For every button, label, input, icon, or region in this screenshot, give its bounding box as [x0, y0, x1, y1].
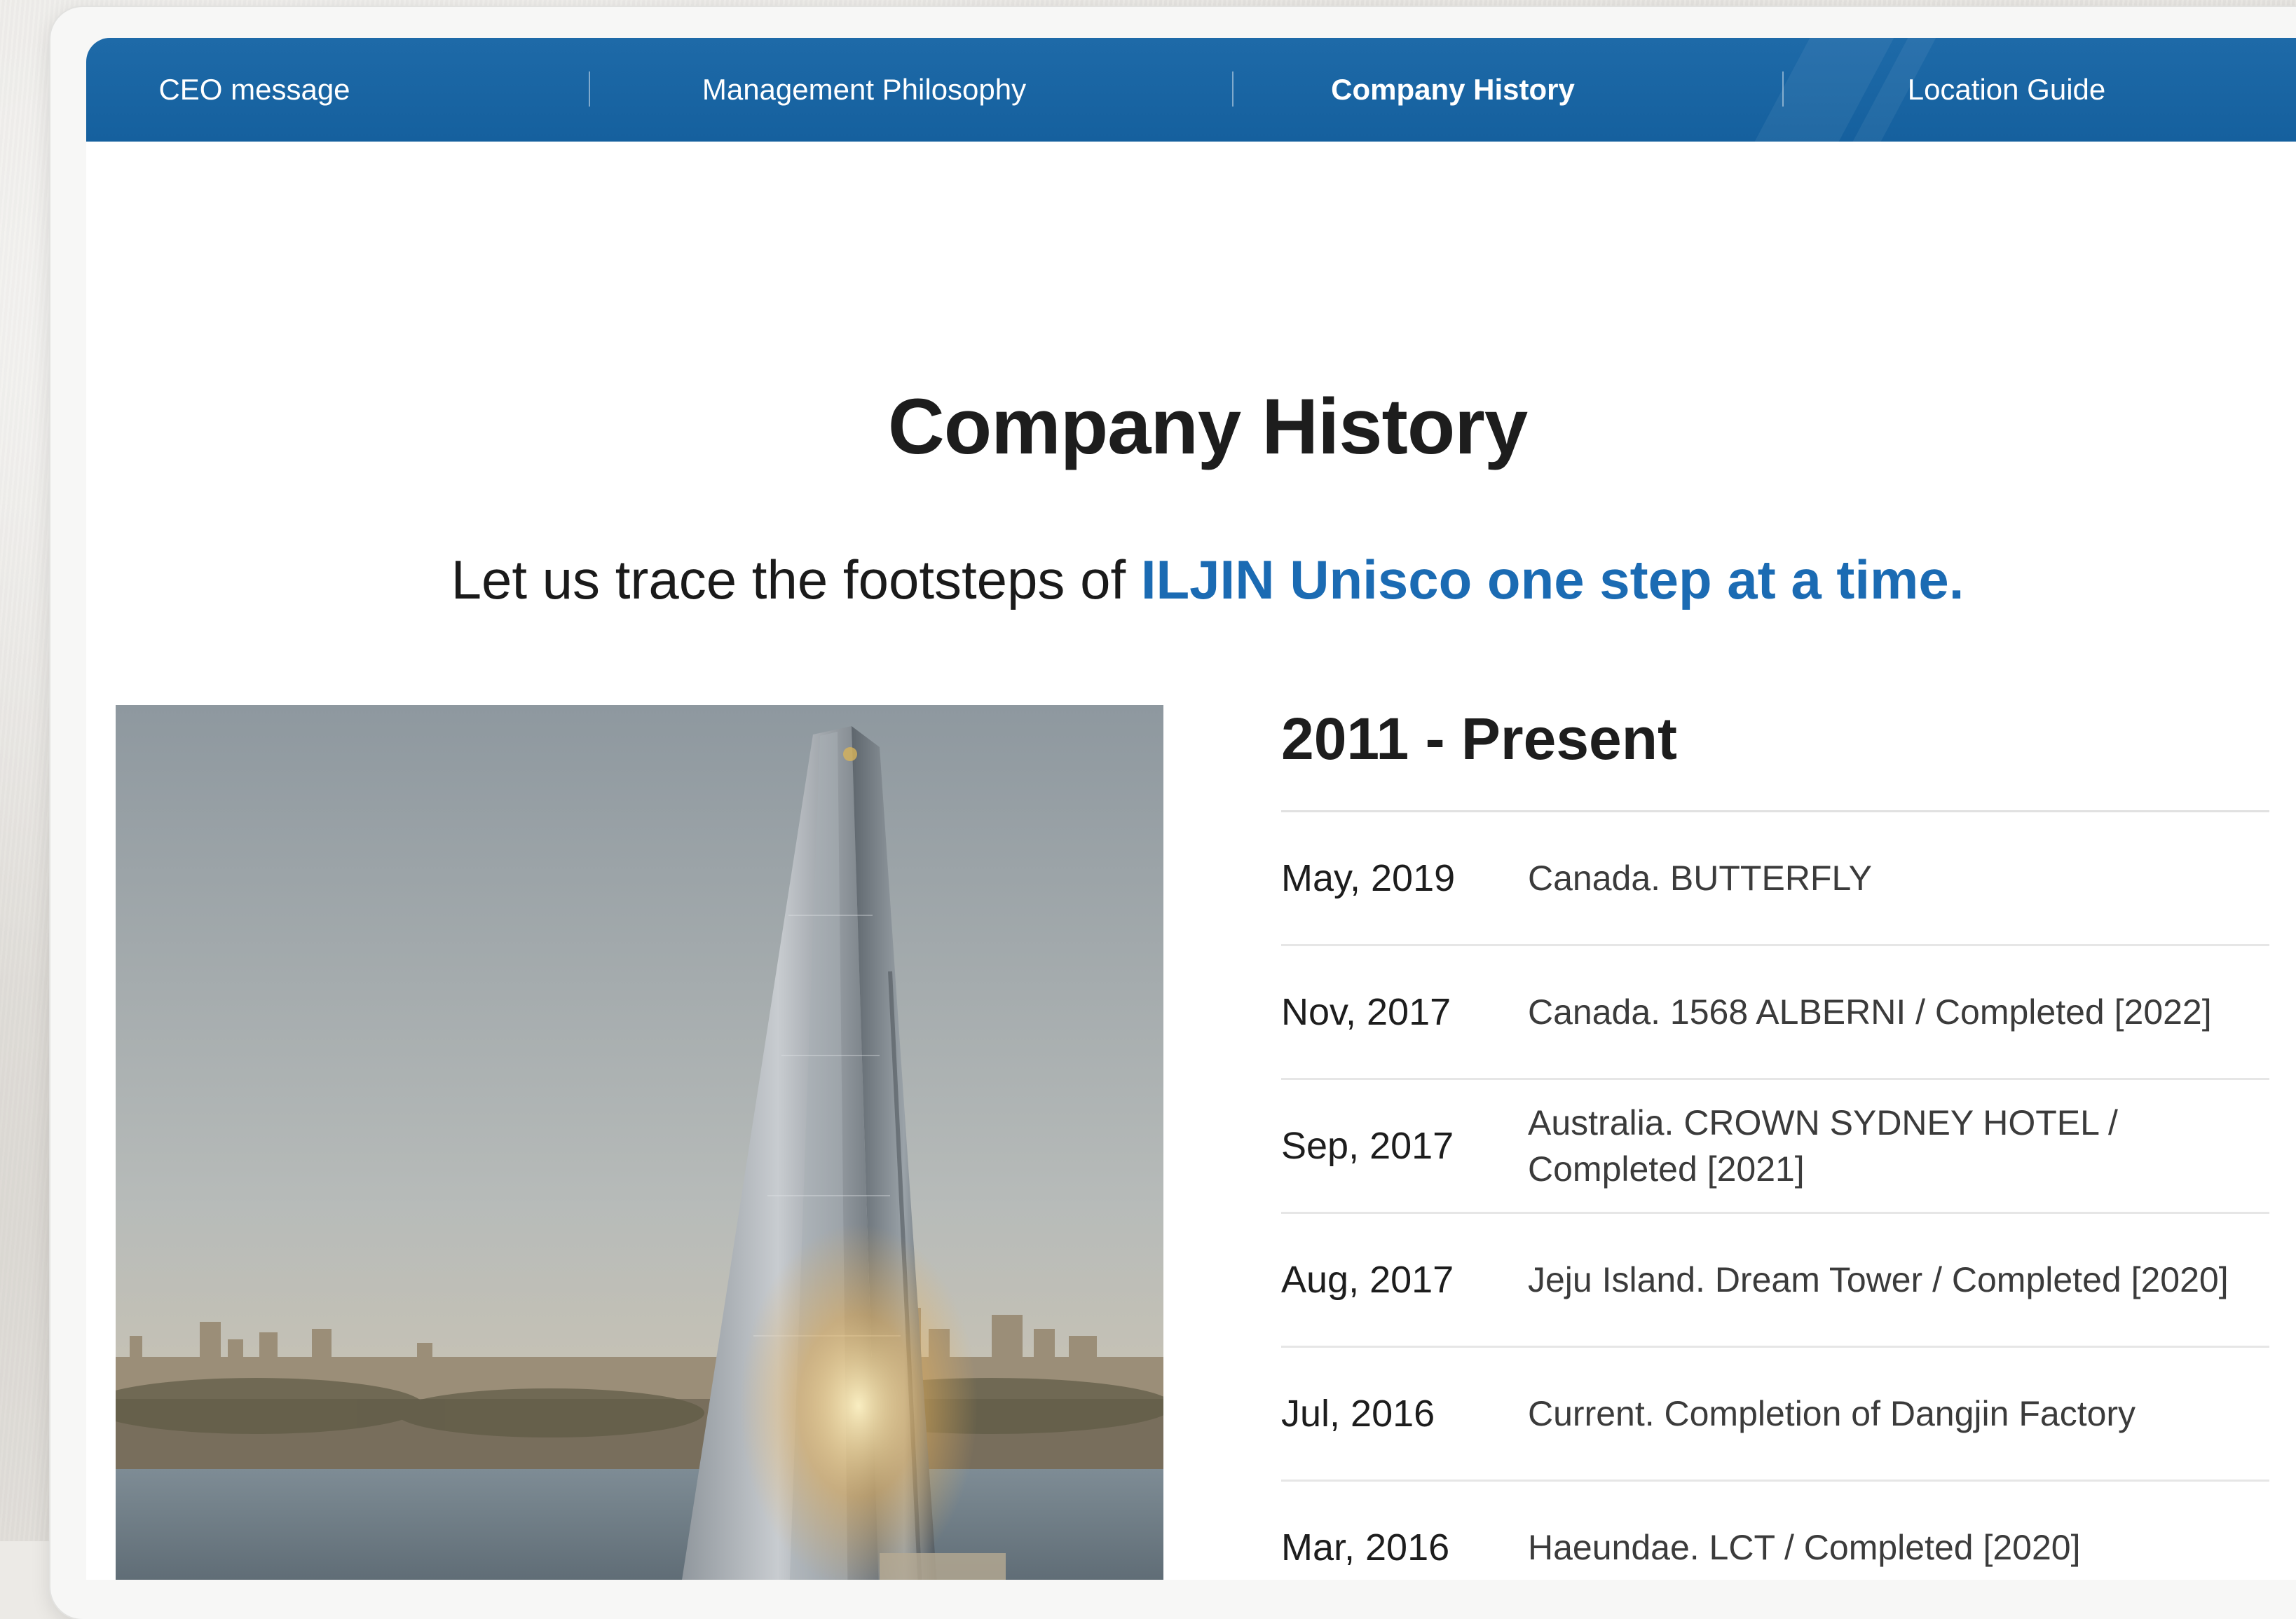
nav-management-philosophy[interactable]: Management Philosophy — [647, 38, 1081, 142]
subtitle-highlight: ILJIN Unisco one step at a time. — [1140, 549, 1964, 610]
entry-date: Mar, 2016 — [1281, 1526, 1450, 1569]
entry-event: Haeundae. LCT / Completed [2020] — [1528, 1528, 2081, 1567]
entry-event: Jeju Island. Dream Tower / Completed [20… — [1528, 1260, 2229, 1299]
web-page: CEO message Management Philosophy Compan… — [86, 38, 2296, 1580]
timeline-list: May, 2019 Canada. BUTTERFLY Nov, 2017 Ca… — [1281, 812, 2269, 1580]
nav-ceo-message[interactable]: CEO message — [128, 38, 381, 142]
timeline-entry: Jul, 2016 Current. Completion of Dangjin… — [1281, 1348, 2269, 1482]
entry-date: Sep, 2017 — [1281, 1125, 1454, 1167]
page-title: Company History — [887, 383, 1528, 470]
entry-date: Aug, 2017 — [1281, 1259, 1454, 1301]
nav-separator — [1782, 71, 1784, 107]
nav-location-guide[interactable]: Location Guide — [1866, 38, 2147, 142]
timeline-period-title: 2011 - Present — [1281, 706, 1678, 772]
subtitle-text: Let us trace the footsteps of — [451, 549, 1141, 610]
timeline-entry: Nov, 2017 Canada. 1568 ALBERNI / Complet… — [1281, 946, 2269, 1080]
page-subtitle: Let us trace the footsteps of ILJIN Unis… — [86, 548, 2296, 612]
timeline-entry: May, 2019 Canada. BUTTERFLY — [1281, 812, 2269, 946]
entry-event: Canada. 1568 ALBERNI / Completed [2022] — [1528, 992, 2212, 1032]
top-navigation-bar: CEO message Management Philosophy Compan… — [86, 38, 2296, 142]
entry-date: Nov, 2017 — [1281, 991, 1451, 1033]
nav-separator — [1232, 71, 1234, 107]
entry-date: May, 2019 — [1281, 857, 1456, 899]
nav-company-history[interactable]: Company History — [1292, 38, 1614, 142]
entry-date: Jul, 2016 — [1281, 1393, 1435, 1435]
entry-event: Canada. BUTTERFLY — [1528, 859, 1872, 898]
entry-event: Australia. CROWN SYDNEY HOTEL / Complete… — [1528, 1103, 2118, 1189]
timeline-entry: Mar, 2016 Haeundae. LCT / Completed [202… — [1281, 1482, 2269, 1580]
timeline-entry: Aug, 2017 Jeju Island. Dream Tower / Com… — [1281, 1214, 2269, 1348]
entry-event: Current. Completion of Dangjin Factory — [1528, 1394, 2136, 1433]
timeline-entry: Sep, 2017 Australia. CROWN SYDNEY HOTEL … — [1281, 1080, 2269, 1214]
skyscraper-photo — [116, 705, 1163, 1580]
nav-separator — [589, 71, 590, 107]
